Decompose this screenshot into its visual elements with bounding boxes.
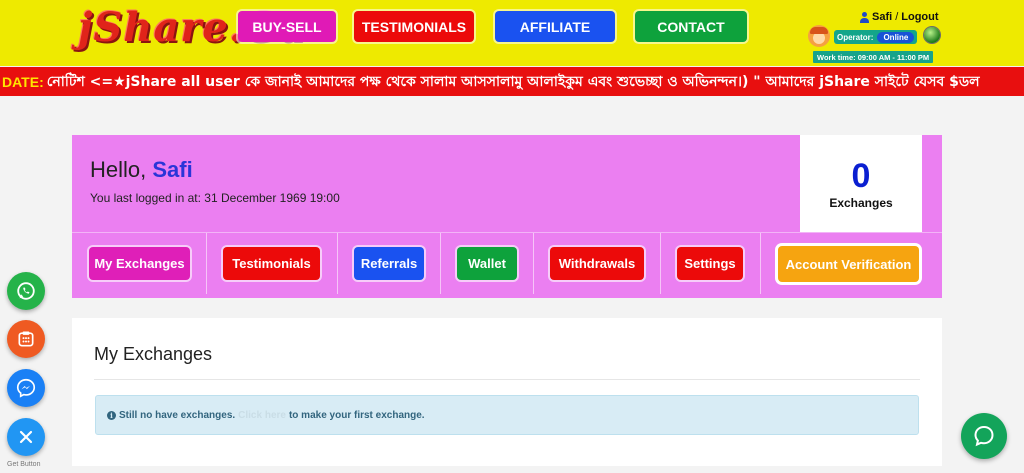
- exchanges-stat: 0 Exchanges: [800, 135, 922, 232]
- tab-settings[interactable]: Settings: [677, 247, 743, 280]
- tab-wallet[interactable]: Wallet: [457, 247, 517, 280]
- user-icon: [860, 11, 869, 23]
- operator-label: Operator:: [837, 32, 874, 42]
- user-menu: Safi / Logout: [860, 11, 939, 23]
- info-icon: i: [107, 410, 116, 420]
- ticker-message: নোটিশ <=★jShare all user কে জানাই আমাদের…: [46, 73, 980, 90]
- alert-text-end: to make your first exchange.: [288, 409, 425, 421]
- last-login-text: You last logged in at: 31 December 1969 …: [90, 191, 340, 205]
- chat-bubble-icon: [974, 425, 994, 447]
- exchanges-label: Exchanges: [829, 195, 893, 210]
- tab-withdrawals[interactable]: Withdrawals: [550, 247, 644, 280]
- messenger-button[interactable]: [7, 369, 45, 407]
- dashboard-tabs: My Exchanges Testimonials Referrals Wall…: [72, 232, 942, 294]
- ticker-label: DATE:: [2, 73, 44, 90]
- close-icon: [19, 430, 33, 444]
- panel-divider: [94, 379, 920, 380]
- my-exchanges-panel: My Exchanges i Still no have exchanges. …: [72, 318, 942, 466]
- tab-my-exchanges[interactable]: My Exchanges: [89, 247, 190, 280]
- operator-status: Operator: Online: [834, 30, 918, 44]
- no-exchanges-alert: i Still no have exchanges. Click here to…: [95, 395, 919, 435]
- panel-title: My Exchanges: [94, 344, 213, 364]
- logout-link[interactable]: Logout: [901, 11, 938, 23]
- whatsapp-icon: [17, 282, 35, 300]
- work-time-label: Work time: 09:00 AM - 11:00 PM: [813, 51, 934, 63]
- nav-buy-sell-button[interactable]: BUY-SELL: [238, 11, 336, 42]
- globe-icon: [924, 27, 940, 43]
- site-header: jShare.Ga BUY-SELL TESTIMONIALS AFFILIAT…: [0, 0, 1024, 66]
- whatsapp-button[interactable]: [7, 272, 45, 310]
- tab-divider: [760, 233, 761, 294]
- notice-ticker: DATE: নোটিশ <=★jShare all user কে জানাই …: [0, 67, 1024, 96]
- nav-testimonials-button[interactable]: TESTIMONIALS: [354, 11, 474, 42]
- chat-button[interactable]: [961, 413, 1007, 459]
- tab-divider: [660, 233, 661, 294]
- tab-divider: [440, 233, 441, 294]
- close-widgets-button[interactable]: [7, 418, 45, 456]
- tab-divider: [206, 233, 207, 294]
- operator-avatar: [808, 25, 830, 47]
- dashboard-card: Hello, Safi You last logged in at: 31 De…: [72, 135, 942, 298]
- user-separator: /: [895, 11, 899, 23]
- phone-icon: [18, 331, 34, 347]
- alert-text: Still no have exchanges.: [119, 409, 236, 421]
- click-here-link[interactable]: Click here: [238, 410, 286, 421]
- greeting-text: Hello,: [90, 157, 147, 182]
- get-button-label[interactable]: Get Button: [7, 461, 40, 468]
- greeting: Hello, Safi: [90, 157, 193, 183]
- messenger-icon: [16, 378, 36, 398]
- tab-divider: [533, 233, 534, 294]
- greeting-user-name: Safi: [152, 157, 193, 182]
- call-button[interactable]: [7, 320, 45, 358]
- user-name-link[interactable]: Safi: [872, 11, 892, 23]
- nav-contact-button[interactable]: CONTACT: [635, 11, 747, 42]
- nav-affiliate-button[interactable]: AFFILIATE: [495, 11, 615, 42]
- tab-referrals[interactable]: Referrals: [354, 247, 424, 280]
- tab-divider: [337, 233, 338, 294]
- exchanges-count: 0: [851, 156, 871, 195]
- tab-account-verification[interactable]: Account Verification: [778, 246, 919, 282]
- online-badge: Online: [877, 31, 915, 43]
- tab-testimonials[interactable]: Testimonials: [223, 247, 320, 280]
